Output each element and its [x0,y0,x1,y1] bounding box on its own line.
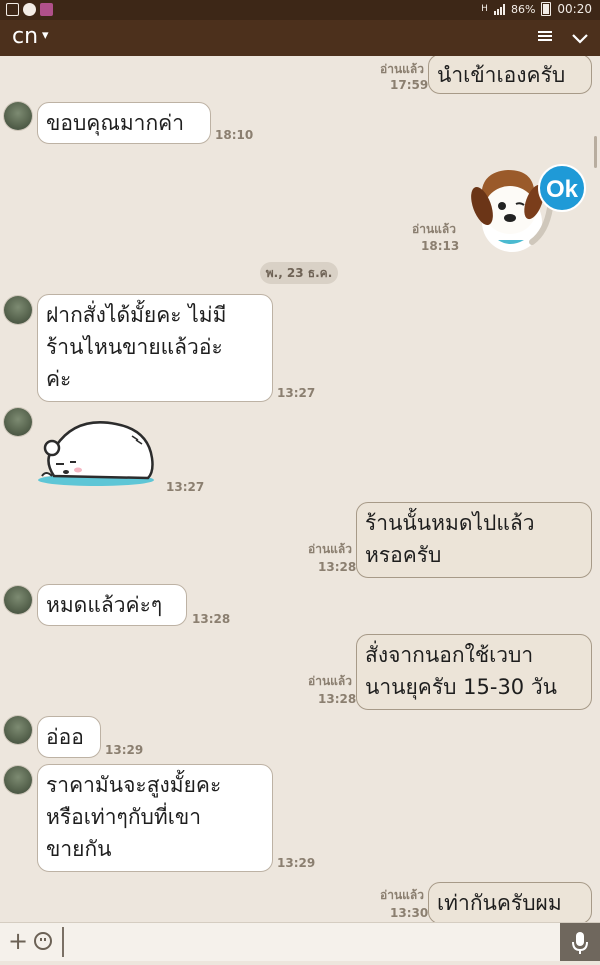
read-receipt: อ่านแล้ว [380,62,424,76]
message-time: 13:27 [277,386,316,400]
message-bubble-outgoing[interactable]: เท่ากันครับผม [428,882,592,922]
message-time: 13:27 [166,480,205,494]
avatar[interactable] [4,716,32,744]
message-time: 18:13 [421,239,460,253]
message-time: 13:29 [105,743,144,757]
line-notification-icon [23,3,36,16]
avatar[interactable] [4,102,32,130]
avatar[interactable] [4,408,32,436]
read-receipt: อ่านแล้ว [412,222,456,236]
gallery-notification-icon [6,3,19,16]
read-receipt: อ่านแล้ว [308,542,352,556]
message-bubble-incoming[interactable]: ฝากสั่งได้มั้ยคะ ไม่มี ร้านไหนขายแล้วอ่ะ… [37,294,273,402]
battery-icon [541,2,552,16]
sleeping-bear-sticker[interactable] [36,414,160,488]
dog-ok-sticker[interactable]: Ok [468,162,592,256]
emoji-icon[interactable] [34,932,52,950]
message-bubble-outgoing[interactable]: ร้านนั้นหมดไปแล้ว หรอครับ [356,502,592,578]
message-input-bar: + [0,922,600,961]
message-time: 13:29 [277,856,316,870]
message-time: 13:28 [318,692,357,706]
message-bubble-incoming[interactable]: ขอบคุณมากค่า [37,102,211,144]
caret-down-icon[interactable]: ▾ [42,28,49,43]
chat-title[interactable]: cn [12,24,38,49]
message-bubble-incoming[interactable]: อ่ออ [37,716,101,758]
chevron-down-icon[interactable] [570,28,590,48]
read-receipt: อ่านแล้ว [380,888,424,902]
chat-header: cn ▾ [0,20,600,56]
status-bar: H 86% 00:20 [0,0,600,20]
sticker-ok-text: Ok [546,176,579,203]
message-bubble-incoming[interactable]: ราคามันจะสูงมั้ยคะ หรือเท่าๆกับที่เขา ขา… [37,764,273,872]
message-bubble-outgoing[interactable]: สั่งจากนอกใช้เวบา นานยุครับ 15-30 วัน [356,634,592,710]
plus-icon[interactable]: + [8,927,28,955]
message-bubble-outgoing[interactable]: นำเข้าเองครับ [428,56,592,94]
read-receipt: อ่านแล้ว [308,674,352,688]
message-input[interactable] [62,927,560,957]
signal-icon [493,3,505,15]
message-time: 13:28 [192,612,231,626]
mic-icon [572,932,588,954]
network-type: H [481,4,488,14]
battery-percent: 86% [510,2,536,16]
date-separator: พ., 23 ธ.ค. [260,262,338,284]
app-notification-icon [40,3,53,16]
avatar[interactable] [4,586,32,614]
list-icon[interactable] [538,29,552,44]
chat-area[interactable]: อ่านแล้ว 17:59 นำเข้าเองครับ ขอบคุณมากค่… [0,56,600,922]
message-time: 13:28 [318,560,357,574]
message-time: 18:10 [215,128,254,142]
avatar[interactable] [4,766,32,794]
avatar[interactable] [4,296,32,324]
message-time: 17:59 [390,78,429,92]
clock: 00:20 [557,2,592,16]
message-bubble-incoming[interactable]: หมดแล้วค่ะๆ [37,584,187,626]
mic-button[interactable] [560,923,600,961]
scrollbar[interactable] [594,136,597,168]
message-time: 13:30 [390,906,429,920]
